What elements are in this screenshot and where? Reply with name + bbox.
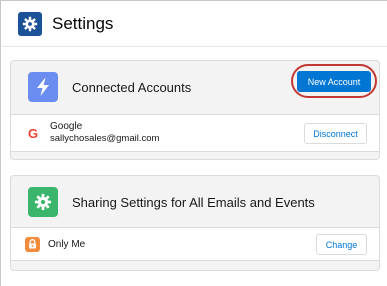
change-button[interactable]: Change — [316, 234, 367, 255]
account-details: Google sallychosales@gmail.com — [50, 121, 159, 145]
disconnect-button[interactable]: Disconnect — [304, 123, 367, 144]
card-title: Sharing Settings for All Emails and Even… — [72, 194, 315, 210]
new-account-button[interactable]: New Account — [297, 71, 371, 92]
gear-icon — [18, 12, 42, 36]
sharing-option-label: Only Me — [48, 238, 86, 250]
lightning-bolt-icon — [28, 72, 58, 102]
page-header: Settings — [2, 2, 387, 47]
connected-accounts-card: Connected Accounts New Account G Google … — [10, 60, 380, 160]
card-header: Sharing Settings for All Emails and Even… — [11, 176, 379, 228]
account-row: G Google sallychosales@gmail.com Disconn… — [11, 114, 379, 152]
settings-panel: Settings Connected Accounts New Account … — [0, 0, 387, 286]
gear-icon — [28, 187, 58, 217]
account-provider: Google — [50, 121, 83, 132]
lock-icon — [25, 236, 40, 252]
account-email: sallychosales@gmail.com — [50, 133, 160, 144]
page-title: Settings — [52, 14, 114, 33]
sharing-option-row: Only Me Change — [11, 227, 379, 261]
sharing-settings-card: Sharing Settings for All Emails and Even… — [10, 175, 380, 271]
card-title: Connected Accounts — [72, 79, 192, 95]
google-icon: G — [28, 125, 39, 141]
